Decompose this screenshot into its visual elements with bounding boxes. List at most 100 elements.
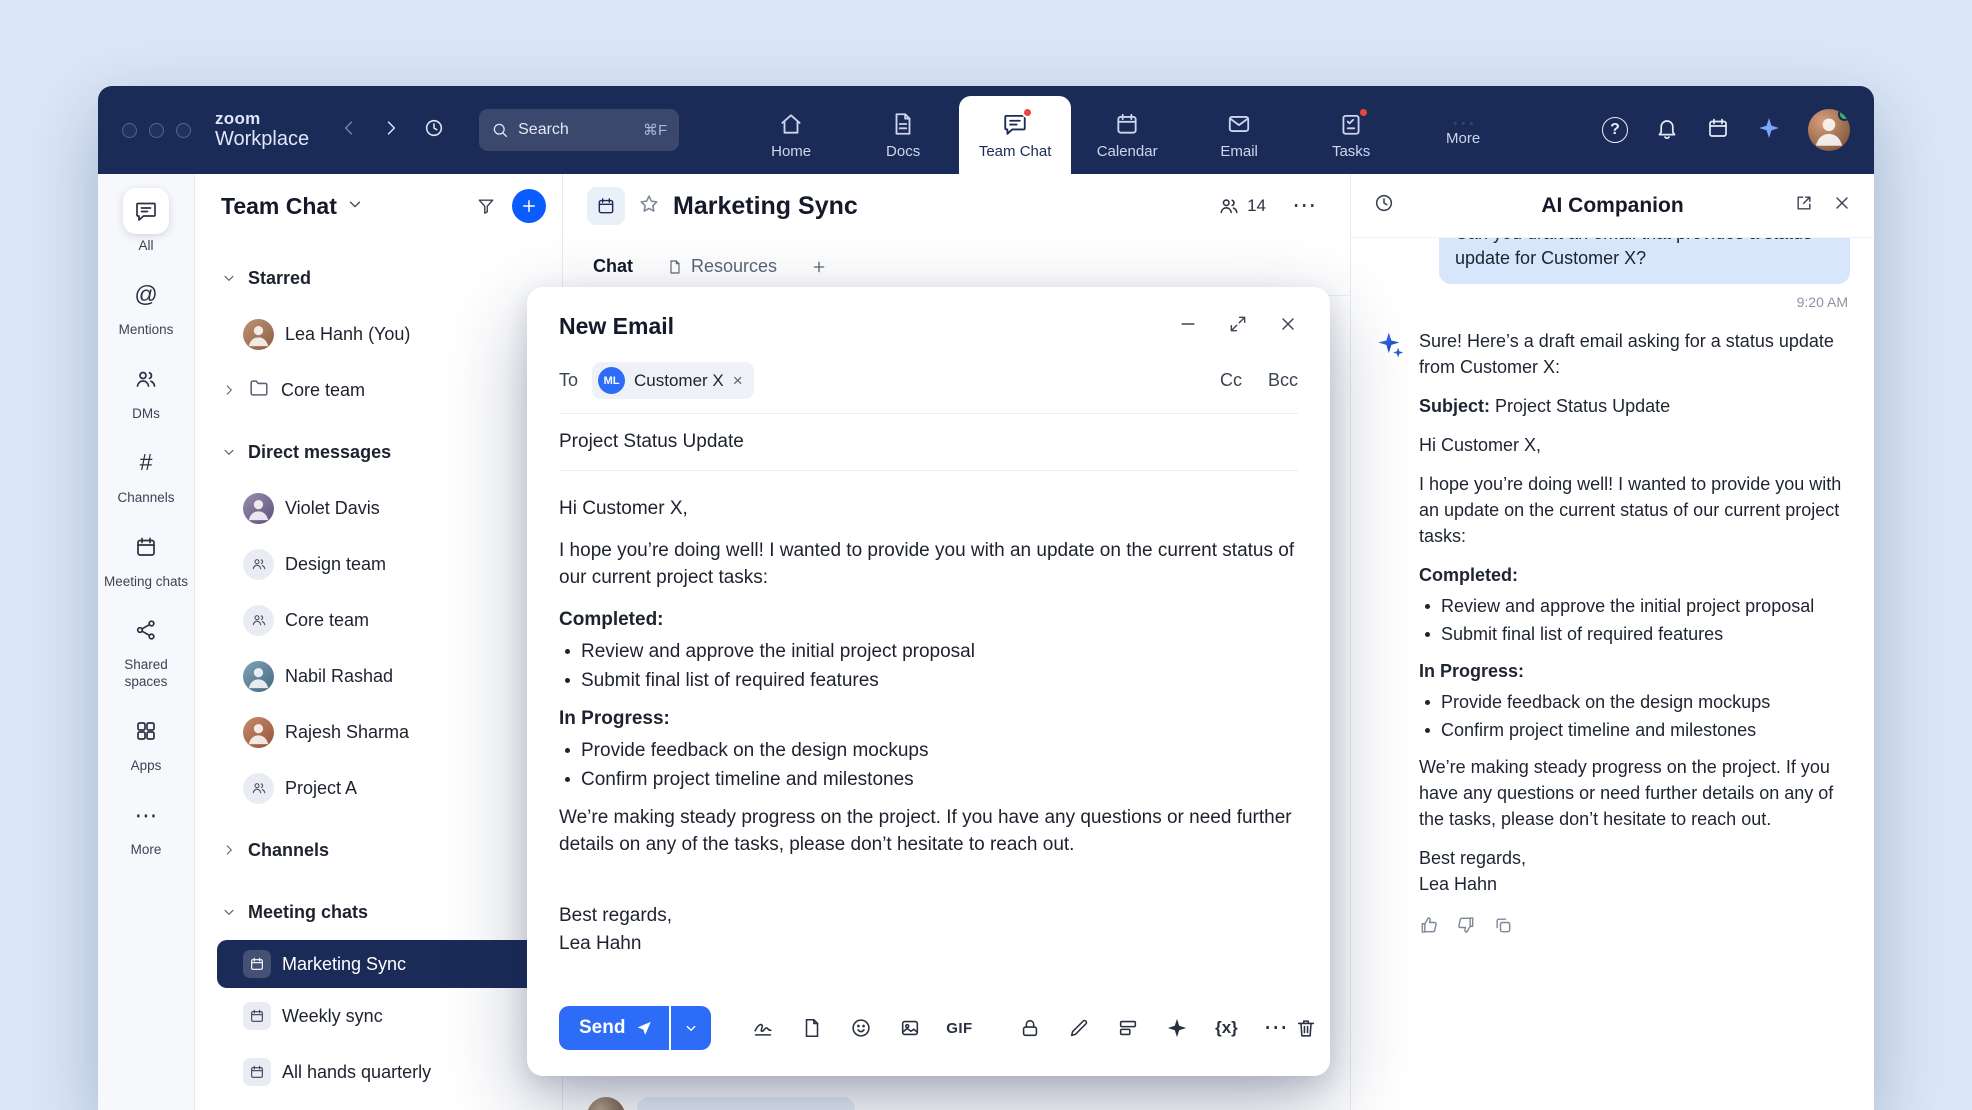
- chat-item-project-a[interactable]: Project A: [195, 760, 562, 816]
- subject-field[interactable]: Project Status Update: [559, 414, 1298, 471]
- in-progress-label: In Progress:: [1419, 658, 1850, 684]
- attach-file-icon[interactable]: [792, 1008, 832, 1048]
- to-field[interactable]: To ML Customer X × Cc Bcc: [559, 354, 1298, 414]
- remove-recipient-icon[interactable]: ×: [733, 372, 743, 389]
- variables-icon[interactable]: {x}: [1206, 1008, 1246, 1048]
- history-icon[interactable]: [423, 117, 445, 144]
- ai-body-intro: I hope you’re doing well! I wanted to pr…: [1419, 471, 1850, 549]
- chat-item-core-team[interactable]: Core team: [195, 592, 562, 648]
- minimize-icon[interactable]: [1178, 314, 1198, 339]
- section-starred[interactable]: Starred: [195, 250, 562, 306]
- chat-item-violet-davis[interactable]: Violet Davis: [195, 480, 562, 536]
- nav-label: Tasks: [1332, 143, 1370, 160]
- email-body-editor[interactable]: Hi Customer X, I hope you’re doing well!…: [527, 471, 1330, 992]
- window-zoom-button[interactable]: [176, 123, 191, 138]
- template-icon[interactable]: [1108, 1008, 1148, 1048]
- emoji-icon[interactable]: [841, 1008, 881, 1048]
- meeting-chat-icon: [243, 1058, 271, 1086]
- more-tools-icon[interactable]: ⋯: [1255, 1008, 1295, 1048]
- section-direct-messages[interactable]: Direct messages: [195, 424, 562, 480]
- chat-item-nabil-rashad[interactable]: Nabil Rashad: [195, 648, 562, 704]
- thumbs-down-icon[interactable]: [1456, 915, 1476, 942]
- chevron-right-icon: [221, 382, 237, 398]
- nav-home[interactable]: Home: [735, 96, 847, 174]
- chevron-down-icon[interactable]: [346, 195, 364, 218]
- send-options-caret[interactable]: [671, 1006, 711, 1050]
- team-chat-icon: [1002, 111, 1028, 137]
- rail-item-dms[interactable]: DMs: [102, 356, 190, 423]
- rail-item-more[interactable]: ⋯ More: [102, 792, 190, 859]
- list-item: Submit final list of required features: [565, 667, 1298, 694]
- chat-item-rajesh-sharma[interactable]: Rajesh Sharma: [195, 704, 562, 760]
- help-icon[interactable]: ?: [1602, 117, 1628, 143]
- chat-item-weekly-sync[interactable]: Weekly sync: [195, 988, 562, 1044]
- status-dot-online: [1838, 109, 1850, 121]
- rail-label: More: [131, 842, 162, 859]
- notifications-bell-icon[interactable]: [1655, 116, 1679, 145]
- message-avatar[interactable]: [587, 1097, 625, 1110]
- encrypt-lock-icon[interactable]: [1010, 1008, 1050, 1048]
- copy-icon[interactable]: [1493, 915, 1513, 942]
- chevron-down-icon: [221, 904, 237, 920]
- bcc-button[interactable]: Bcc: [1268, 370, 1298, 391]
- edit-pencil-icon[interactable]: [1059, 1008, 1099, 1048]
- forward-icon[interactable]: [381, 118, 401, 143]
- history-icon[interactable]: [1373, 192, 1395, 219]
- chat-item-design-team[interactable]: Design team: [195, 536, 562, 592]
- calendar-today-icon[interactable]: [1706, 116, 1730, 145]
- send-button[interactable]: Send: [559, 1006, 669, 1050]
- gif-icon[interactable]: GIF: [939, 1008, 979, 1048]
- rail-item-all[interactable]: All: [102, 188, 190, 255]
- nav-team-chat[interactable]: Team Chat: [959, 96, 1071, 174]
- nav-more[interactable]: ⋯ More: [1407, 96, 1519, 174]
- nav-email[interactable]: Email: [1183, 96, 1295, 174]
- rail-item-channels[interactable]: # Channels: [102, 440, 190, 507]
- ai-conversation[interactable]: Can you draft an email that provides a s…: [1351, 238, 1874, 1110]
- chat-item-core-team-folder[interactable]: Core team: [195, 362, 562, 418]
- new-chat-button[interactable]: [512, 189, 546, 223]
- nav-label: Team Chat: [979, 143, 1052, 160]
- section-channels[interactable]: Channels: [195, 822, 562, 878]
- nav-calendar[interactable]: Calendar: [1071, 96, 1183, 174]
- rail-item-apps[interactable]: Apps: [102, 708, 190, 775]
- chat-bubble-icon: [123, 188, 169, 234]
- chat-item-lea-rajesh-11[interactable]: Lea/Rajesh 1:1: [195, 1100, 562, 1110]
- close-icon[interactable]: [1832, 193, 1852, 218]
- nav-tasks[interactable]: Tasks: [1295, 96, 1407, 174]
- discard-trash-icon[interactable]: [1295, 1008, 1317, 1048]
- rail-item-meeting-chats[interactable]: Meeting chats: [102, 524, 190, 591]
- chat-item-all-hands-quarterly[interactable]: All hands quarterly: [195, 1044, 562, 1100]
- tab-label: Resources: [691, 256, 777, 277]
- close-icon[interactable]: [1278, 314, 1298, 339]
- filter-icon[interactable]: [469, 189, 503, 223]
- profile-avatar[interactable]: [1808, 109, 1850, 151]
- recipient-chip[interactable]: ML Customer X ×: [592, 362, 754, 399]
- rail-label: All: [138, 238, 153, 255]
- rail-item-shared-spaces[interactable]: Shared spaces: [102, 607, 190, 691]
- window-close-button[interactable]: [122, 123, 137, 138]
- chat-item-lea-hanh[interactable]: Lea Hanh (You): [195, 306, 562, 362]
- rail-item-mentions[interactable]: @ Mentions: [102, 272, 190, 339]
- page-title: Marketing Sync: [673, 192, 858, 221]
- chat-item-marketing-sync[interactable]: Marketing Sync: [217, 940, 550, 988]
- open-in-new-icon[interactable]: [1794, 193, 1814, 218]
- chat-item-label: Weekly sync: [282, 1006, 383, 1027]
- ai-companion-icon[interactable]: [1757, 116, 1781, 145]
- expand-icon[interactable]: [1228, 314, 1248, 339]
- cc-button[interactable]: Cc: [1220, 370, 1242, 391]
- favorite-star-icon[interactable]: [638, 193, 660, 220]
- search-input[interactable]: Search ⌘F: [479, 109, 679, 151]
- hash-icon: #: [123, 440, 169, 486]
- insert-image-icon[interactable]: [890, 1008, 930, 1048]
- back-icon[interactable]: [339, 118, 359, 143]
- window-minimize-button[interactable]: [149, 123, 164, 138]
- nav-docs[interactable]: Docs: [847, 96, 959, 174]
- ai-sparkle-icon[interactable]: [1157, 1008, 1197, 1048]
- thumbs-up-icon[interactable]: [1419, 915, 1439, 942]
- section-meeting-chats[interactable]: Meeting chats: [195, 884, 562, 940]
- signature-pen-icon[interactable]: [743, 1008, 783, 1048]
- rail-label: Apps: [131, 758, 162, 775]
- list-item: Submit final list of required features: [1425, 621, 1850, 647]
- members-count[interactable]: 14: [1218, 195, 1266, 217]
- list-item: Provide feedback on the design mockups: [1425, 689, 1850, 715]
